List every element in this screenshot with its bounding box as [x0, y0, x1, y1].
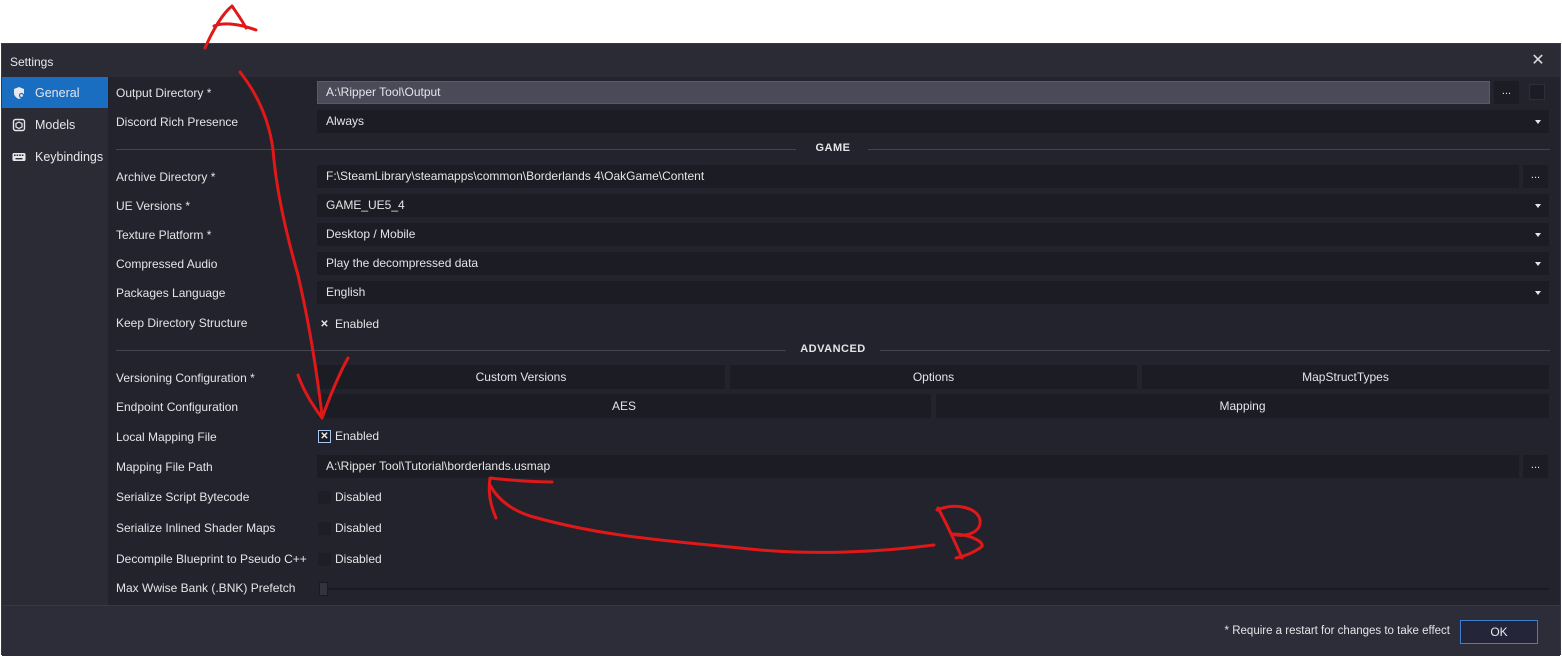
- archive-directory-label: Archive Directory *: [116, 170, 216, 184]
- window-title: Settings: [10, 55, 54, 69]
- prefetch-slider-track[interactable]: [323, 588, 1549, 590]
- sidebar-item-label: General: [35, 85, 80, 100]
- texture-platform-select[interactable]: Desktop / Mobile: [317, 223, 1549, 246]
- check-icon: ✕: [320, 318, 329, 330]
- prefetch-slider-thumb[interactable]: [319, 582, 328, 596]
- serialize-script-bytecode-label: Serialize Script Bytecode: [116, 490, 250, 504]
- output-directory-extra-button[interactable]: [1529, 84, 1545, 100]
- title-bar: Settings ✕: [2, 44, 1560, 78]
- advanced-section-title: ADVANCED: [800, 343, 866, 355]
- chevron-down-icon: [1535, 262, 1541, 266]
- mapping-button[interactable]: Mapping: [936, 394, 1549, 418]
- serialize-inlined-shader-maps-checkbox[interactable]: Disabled: [318, 521, 382, 535]
- discord-rich-presence-label: Discord Rich Presence: [116, 115, 239, 129]
- sidebar-item-general[interactable]: General: [2, 77, 108, 108]
- unchecked-box-icon: [318, 521, 331, 535]
- ue-versions-label: UE Versions *: [116, 199, 191, 213]
- custom-versions-button[interactable]: Custom Versions: [317, 365, 725, 389]
- sidebar-item-label: Models: [35, 117, 76, 132]
- max-wwise-bank-prefetch-label: Max Wwise Bank (.BNK) Prefetch: [116, 581, 296, 595]
- settings-content: Output Directory * A:\Ripper Tool\Output…: [108, 77, 1560, 605]
- decompile-blueprint-label: Decompile Blueprint to Pseudo C++: [116, 552, 307, 566]
- output-directory-label: Output Directory *: [116, 86, 212, 100]
- versioning-configuration-label: Versioning Configuration *: [116, 371, 255, 385]
- chevron-down-icon: [1535, 120, 1541, 124]
- chevron-down-icon: [1535, 204, 1541, 208]
- game-section-header: GAME: [116, 142, 1550, 156]
- output-directory-field[interactable]: A:\Ripper Tool\Output: [317, 81, 1490, 104]
- aes-button[interactable]: AES: [317, 394, 931, 418]
- mapstructtypes-button[interactable]: MapStructTypes: [1142, 365, 1549, 389]
- chevron-down-icon: [1535, 233, 1541, 237]
- compressed-audio-select[interactable]: Play the decompressed data: [317, 252, 1549, 275]
- sidebar-item-label: Keybindings: [35, 149, 104, 164]
- compressed-audio-label: Compressed Audio: [116, 257, 218, 271]
- restart-note: * Require a restart for changes to take …: [1224, 625, 1450, 637]
- shield-gear-icon: [12, 86, 26, 100]
- keep-directory-structure-label: Keep Directory Structure: [116, 316, 248, 330]
- dialog-footer: * Require a restart for changes to take …: [2, 605, 1560, 656]
- archive-directory-field[interactable]: F:\SteamLibrary\steamapps\common\Borderl…: [317, 165, 1519, 188]
- mapping-file-path-label: Mapping File Path: [116, 460, 213, 474]
- serialize-inlined-shader-maps-state: Disabled: [335, 521, 382, 535]
- sidebar-item-keybindings[interactable]: Keybindings: [2, 141, 108, 172]
- serialize-script-bytecode-state: Disabled: [335, 490, 382, 504]
- keyboard-icon: [12, 150, 26, 164]
- discord-rich-presence-value: Always: [326, 114, 365, 128]
- cube-icon: [12, 118, 26, 132]
- close-icon: ✕: [1531, 52, 1545, 69]
- check-icon: ✕: [318, 429, 331, 443]
- annotation-letter-a: [203, 4, 258, 50]
- unchecked-box-icon: [318, 552, 331, 566]
- sidebar: General Models Keybindings: [2, 77, 108, 605]
- ue-versions-value: GAME_UE5_4: [326, 198, 405, 212]
- sidebar-item-models[interactable]: Models: [2, 109, 108, 140]
- texture-platform-label: Texture Platform *: [116, 228, 212, 242]
- endpoint-configuration-label: Endpoint Configuration: [116, 400, 239, 414]
- decompile-blueprint-checkbox[interactable]: Disabled: [318, 552, 382, 566]
- keep-directory-structure-checkbox[interactable]: ✕ Enabled: [318, 317, 379, 331]
- local-mapping-file-checkbox[interactable]: ✕ Enabled: [318, 429, 379, 443]
- close-button[interactable]: ✕: [1526, 50, 1550, 72]
- game-section-title: GAME: [815, 142, 851, 154]
- ok-button[interactable]: OK: [1460, 620, 1538, 644]
- unchecked-box-icon: [318, 490, 331, 504]
- mapping-file-path-field[interactable]: A:\Ripper Tool\Tutorial\borderlands.usma…: [317, 455, 1519, 478]
- texture-platform-value: Desktop / Mobile: [326, 227, 416, 241]
- local-mapping-file-state: Enabled: [335, 429, 380, 443]
- settings-window: Settings ✕ General Models Keybindings Ou…: [1, 43, 1561, 656]
- output-directory-browse-button[interactable]: ...: [1494, 81, 1519, 104]
- serialize-script-bytecode-checkbox[interactable]: Disabled: [318, 490, 382, 504]
- compressed-audio-value: Play the decompressed data: [326, 256, 479, 270]
- chevron-down-icon: [1535, 291, 1541, 295]
- archive-directory-browse-button[interactable]: ...: [1523, 165, 1548, 188]
- discord-rich-presence-select[interactable]: Always: [317, 110, 1549, 133]
- decompile-blueprint-state: Disabled: [335, 552, 382, 566]
- advanced-section-header: ADVANCED: [116, 343, 1550, 357]
- packages-language-value: English: [326, 285, 366, 299]
- packages-language-label: Packages Language: [116, 286, 226, 300]
- local-mapping-file-label: Local Mapping File: [116, 430, 217, 444]
- serialize-inlined-shader-maps-label: Serialize Inlined Shader Maps: [116, 521, 276, 535]
- ue-versions-select[interactable]: GAME_UE5_4: [317, 194, 1549, 217]
- packages-language-select[interactable]: English: [317, 281, 1549, 304]
- mapping-file-path-browse-button[interactable]: ...: [1523, 455, 1548, 478]
- options-button[interactable]: Options: [730, 365, 1137, 389]
- keep-directory-structure-state: Enabled: [335, 317, 380, 331]
